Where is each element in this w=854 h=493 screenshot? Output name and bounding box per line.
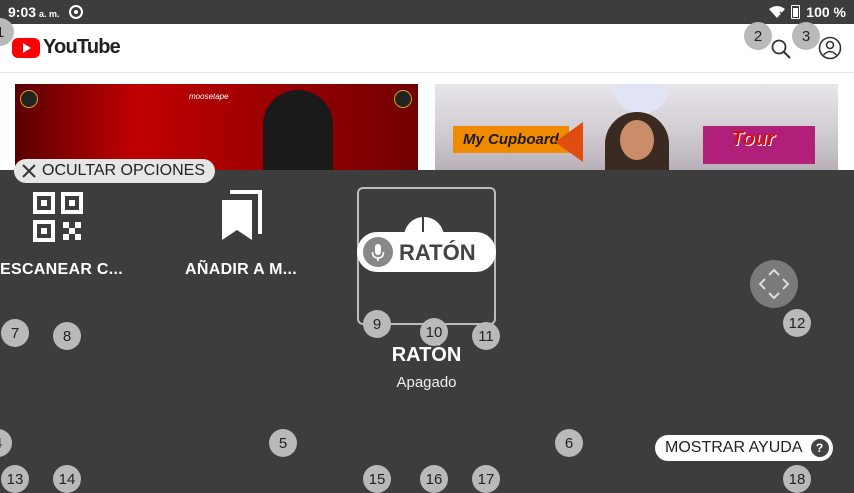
voice-marker[interactable]: 10 [420,318,448,346]
chandelier-graphic [613,84,669,114]
qr-code-icon[interactable] [33,192,83,242]
youtube-logo-icon[interactable] [12,38,40,58]
voice-marker[interactable]: 4 [0,429,12,457]
wifi-icon [769,5,786,18]
account-icon[interactable] [818,36,842,60]
help-icon: ? [810,439,829,457]
face-graphic [620,120,654,160]
voice-marker[interactable]: 8 [53,322,81,350]
voice-marker[interactable]: 9 [363,310,391,338]
mouse-option-label: RATÓN [391,344,462,366]
battery-percent: 100 % [806,4,846,20]
status-right: 100 % [769,4,846,20]
hide-options-button[interactable]: OCULTAR OPCIONES [14,159,215,183]
youtube-wordmark[interactable]: YouTube [43,36,121,59]
video-feed: moosetape My Cupboard Tour [0,73,854,170]
voice-pill-label: RATÓN [399,240,476,265]
artist-figure [263,90,333,170]
youtube-header: YouTube [0,24,854,73]
voice-marker[interactable]: 13 [1,465,29,493]
status-bar: 9:03 a. m. 100 % [0,0,854,24]
voice-marker[interactable]: 16 [420,465,448,493]
scan-option-label[interactable]: ESCANEAR C... [0,261,123,279]
show-help-label: MOSTRAR AYUDA [665,439,803,456]
red-music-thumbnail[interactable]: moosetape [15,84,418,170]
search-icon[interactable] [770,38,792,60]
bookmark-option-label[interactable]: AÑADIR A M... [185,261,297,279]
thumbnail-banner-right: Tour [731,128,775,150]
thumbnail-overlay-text: moosetape [189,92,229,101]
channel-badge-icon [394,90,412,108]
hide-options-label: OCULTAR OPCIONES [42,162,205,179]
bookmark-icon[interactable] [220,190,264,242]
thumbnail-banner-left: My Cupboard [453,126,569,153]
voice-marker[interactable]: 12 [783,309,811,337]
voice-marker[interactable]: 7 [1,319,29,347]
record-indicator-icon [69,5,83,19]
mouse-option-status: Apagado [396,374,457,391]
close-icon [22,164,36,178]
status-time: 9:03 a. m. [8,4,60,20]
show-help-button[interactable]: MOSTRAR AYUDA ? [655,435,833,461]
arrow-graphic [555,122,583,162]
voice-marker[interactable]: 18 [783,465,811,493]
voice-marker[interactable]: 6 [555,429,583,457]
voice-marker[interactable]: 14 [53,465,81,493]
microphone-icon [363,237,393,267]
voice-marker[interactable]: 17 [472,465,500,493]
voice-marker[interactable]: 15 [363,465,391,493]
voice-marker[interactable]: 2 [744,22,772,50]
move-arrows-icon[interactable] [750,260,798,308]
voice-marker[interactable]: 5 [269,429,297,457]
battery-icon [791,5,801,19]
cupboard-tour-thumbnail[interactable]: My Cupboard Tour [435,84,838,170]
voice-marker[interactable]: 11 [472,322,500,350]
channel-badge-icon [20,90,38,108]
voice-marker[interactable]: 3 [792,22,820,50]
status-ampm: a. m. [39,9,60,19]
